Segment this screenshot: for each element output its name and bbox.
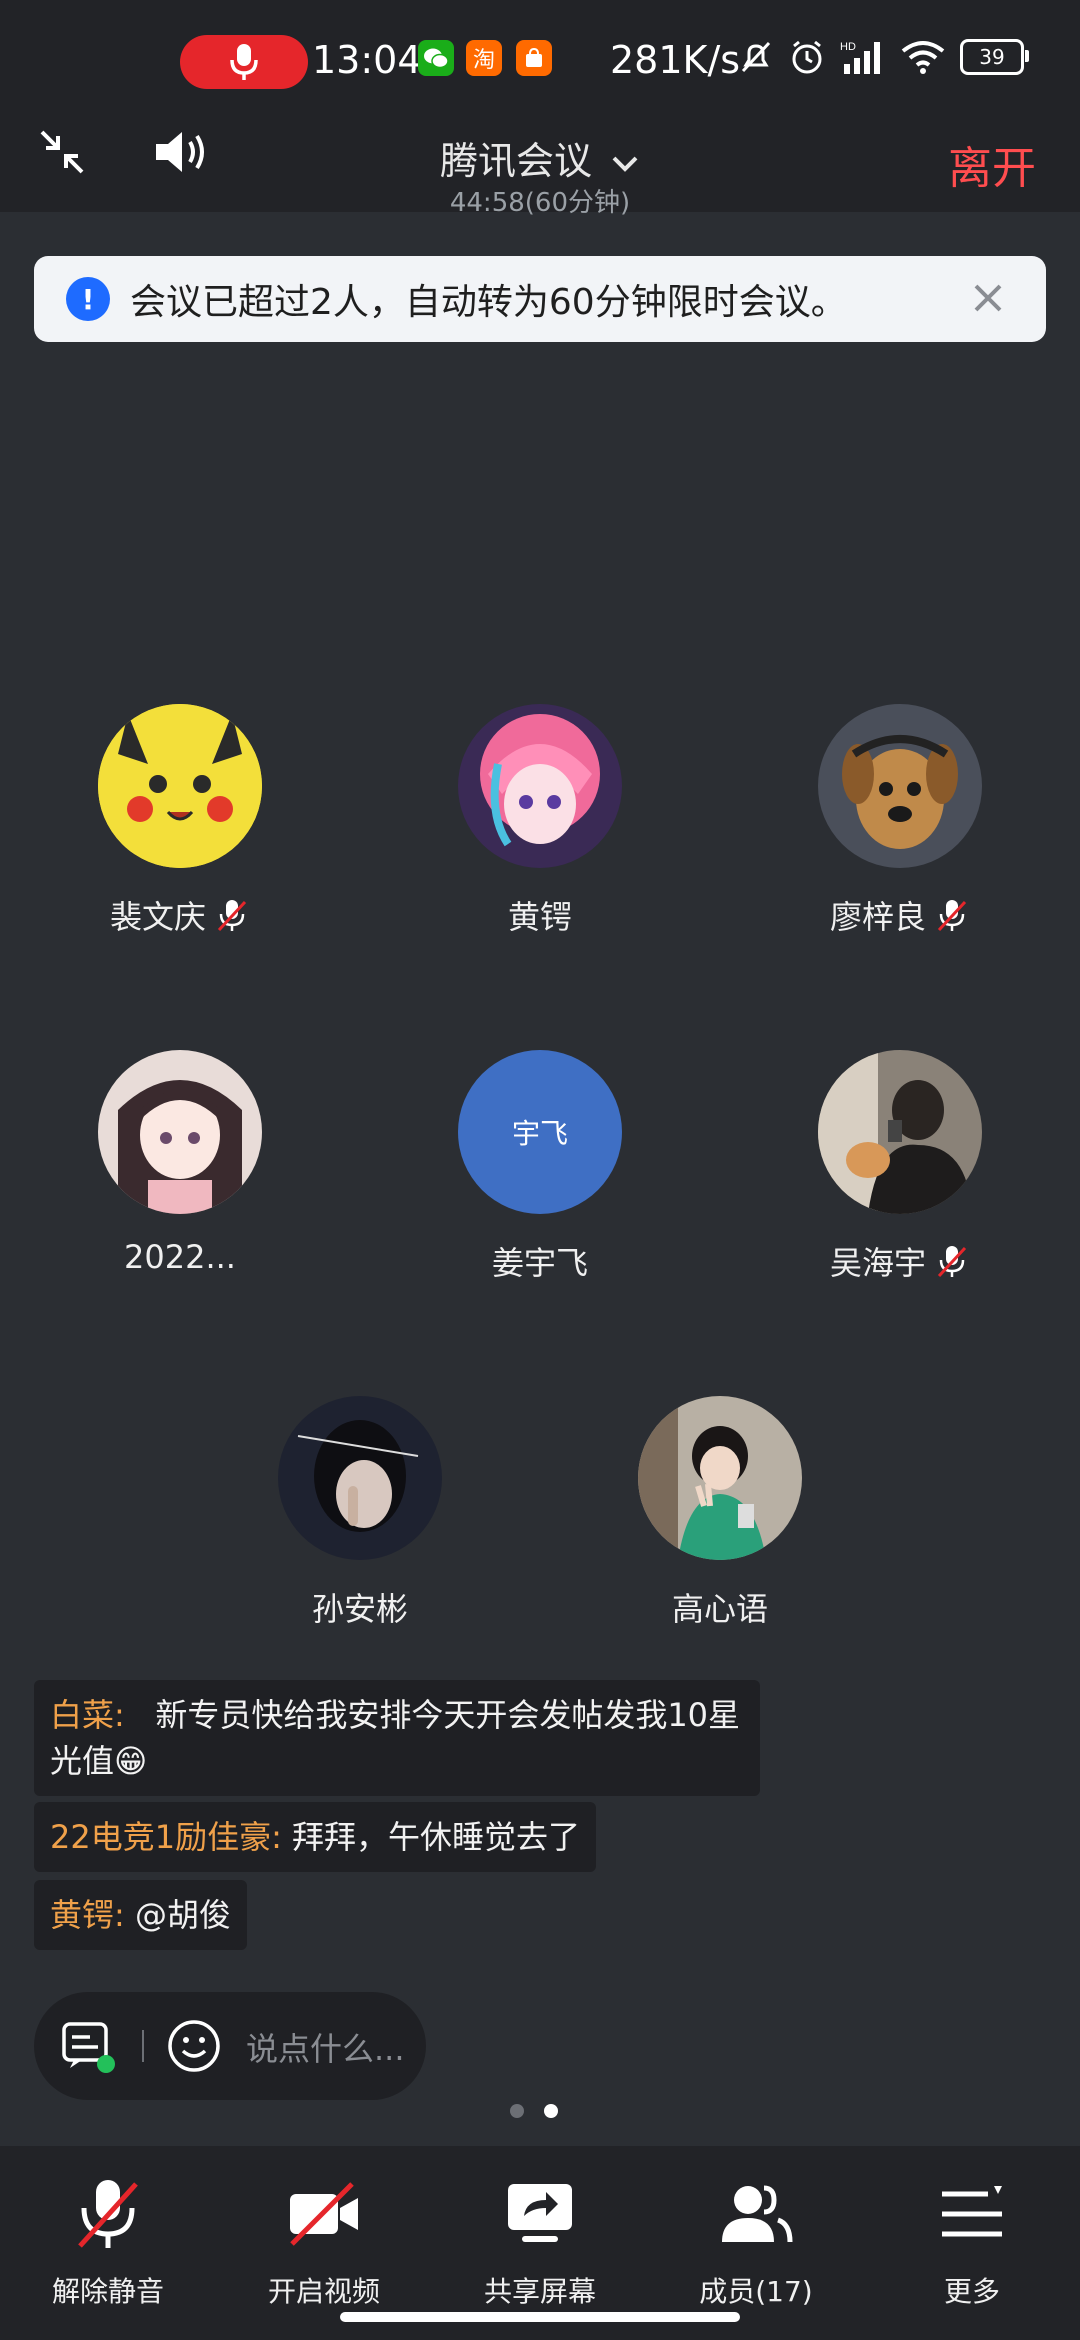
participant-name: 姜宇飞 (491, 1244, 588, 1282)
chat-text: 新专员快给我安排今天开会发帖发我10星光值😁 (50, 1696, 741, 1780)
taobao-icon: 淘 (466, 40, 502, 76)
status-bar: 13:04 淘 281K/s HD 39 (0, 0, 1080, 120)
muted-mic-icon (937, 900, 967, 932)
participant-name: 高心语 (671, 1590, 768, 1628)
participant-tile[interactable]: 高心语 (570, 1396, 870, 1630)
avatar (98, 704, 262, 868)
bottom-toolbar: 解除静音 开启视频 共享屏幕 成员(17) 更多 (0, 2146, 1080, 2340)
participant-name: 孙安彬 (311, 1590, 408, 1628)
close-icon[interactable] (966, 276, 1010, 320)
network-speed: 281K/s (610, 38, 741, 82)
participant-tile[interactable]: 裴文庆 (30, 704, 330, 938)
meeting-timer: 44:58(60分钟) (449, 188, 631, 218)
clock: 13:04 (312, 38, 422, 82)
avatar (818, 704, 982, 868)
muted-mic-icon (937, 1246, 967, 1278)
chat-text: @胡俊 (134, 1896, 231, 1934)
unmute-button[interactable]: 解除静音 (8, 2174, 208, 2310)
participant-name: 裴文庆 (109, 898, 206, 936)
chat-text: 拜拜，午休睡觉去了 (292, 1818, 581, 1856)
participant-tile[interactable]: 廖梓良 (750, 704, 1050, 938)
participant-name: 吴海宇 (829, 1244, 926, 1282)
page-dot-active[interactable] (544, 2104, 558, 2118)
participant-tile[interactable]: 孙安彬 (210, 1396, 510, 1630)
participant-name: 廖梓良 (829, 898, 926, 936)
avatar-initials: 宇飞 (511, 1117, 568, 1150)
shopping-bag-icon (516, 40, 552, 76)
participant-tile[interactable]: 吴海宇 (750, 1050, 1050, 1284)
wifi-icon (901, 41, 945, 74)
chat-sender: 黄锷: (50, 1896, 125, 1934)
chat-message: 22电竞1励佳豪: 拜拜，午休睡觉去了 (34, 1802, 597, 1872)
share-screen-label: 共享屏幕 (483, 2275, 596, 2308)
chat-sender: 22电竞1励佳豪: (50, 1818, 282, 1856)
avatar (98, 1050, 262, 1214)
meeting-limit-notice: ! 会议已超过2人，自动转为60分钟限时会议。 (34, 256, 1046, 342)
avatar: 宇飞 (458, 1050, 622, 1214)
participant-tile[interactable]: 黄锷 (390, 704, 690, 938)
chat-message: 白菜: 新专员快给我安排今天开会发帖发我10星光值😁 (34, 1680, 760, 1796)
participant-name: 黄锷 (507, 898, 572, 936)
svg-text:HD: HD (840, 41, 856, 53)
share-screen-button[interactable]: 共享屏幕 (440, 2174, 640, 2310)
recording-indicator[interactable] (180, 35, 308, 89)
mute-bell-icon (741, 41, 771, 73)
meeting-title-text: 腾讯会议 (439, 139, 592, 183)
info-icon: ! (66, 277, 110, 321)
chat-sender: 白菜: (50, 1696, 125, 1734)
video-off-icon (290, 2182, 358, 2246)
members-label: 成员(17) (699, 2275, 813, 2308)
more-label: 更多 (943, 2275, 1000, 2308)
battery-indicator: 39 (960, 39, 1029, 75)
more-button[interactable]: 更多 (872, 2174, 1072, 2310)
home-indicator[interactable] (340, 2312, 740, 2322)
muted-mic-icon (78, 2180, 138, 2248)
chat-input[interactable]: 说点什么... (34, 1992, 426, 2100)
leave-button[interactable]: 离开 (948, 132, 1036, 196)
avatar (458, 704, 622, 868)
wechat-icon (418, 40, 454, 76)
muted-mic-icon (217, 900, 247, 932)
more-menu-icon (942, 2186, 1002, 2237)
unmute-label: 解除静音 (51, 2275, 164, 2308)
avatar (818, 1050, 982, 1214)
start-video-button[interactable]: 开启视频 (224, 2174, 424, 2310)
emoji-icon[interactable] (166, 2018, 222, 2074)
microphone-icon (230, 44, 258, 80)
members-button[interactable]: 成员(17) (656, 2174, 856, 2310)
participant-name: 2022... (124, 1238, 236, 1276)
page-dot[interactable] (510, 2104, 524, 2118)
page-indicator (510, 2104, 558, 2118)
alarm-icon (792, 40, 822, 74)
start-video-label: 开启视频 (267, 2275, 380, 2308)
signal-hd-icon: HD (840, 41, 880, 74)
chat-message: 黄锷: @胡俊 (34, 1880, 247, 1950)
meeting-title[interactable]: 腾讯会议 (0, 130, 1080, 185)
notice-text: 会议已超过2人，自动转为60分钟限时会议。 (130, 282, 847, 323)
chevron-down-icon (612, 156, 638, 172)
avatar (638, 1396, 802, 1560)
avatar (278, 1396, 442, 1560)
subtitle-toggle-icon[interactable] (60, 2020, 120, 2076)
input-divider (142, 2030, 144, 2062)
meeting-header: 腾讯会议 44:58(60分钟) 离开 (0, 120, 1080, 218)
input-placeholder: 说点什么... (246, 2030, 405, 2068)
share-screen-icon (508, 2184, 572, 2242)
members-icon (722, 2185, 793, 2243)
participant-tile[interactable]: 2022... (30, 1050, 330, 1276)
participant-tile[interactable]: 宇飞 姜宇飞 (390, 1050, 690, 1284)
